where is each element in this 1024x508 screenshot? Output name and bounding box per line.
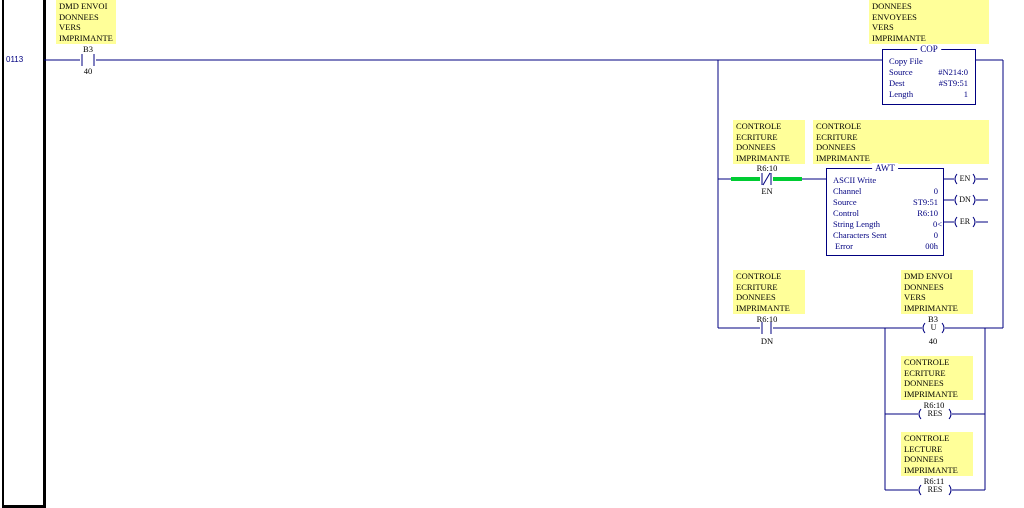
res-coil-1-symbol[interactable]: RES [921, 409, 949, 418]
contact-comment-dmd-envoi: DMD ENVOI DONNEES VERS IMPRIMANTE [56, 0, 116, 44]
unlatch-coil-symbol[interactable]: U [925, 323, 942, 332]
cop-length-value[interactable]: 1 [964, 89, 968, 99]
awt-contact-address[interactable]: R6:10 [752, 163, 782, 173]
awt-name: ASCII Write [833, 175, 877, 185]
res-coil-1-comment: CONTROLE ECRITURE DONNEES IMPRIMANTE [901, 356, 973, 400]
cop-instruction-block[interactable]: COP Copy File Source #N214:0 Dest #ST9:5… [882, 44, 976, 105]
awt-string-length-label: String Length [833, 219, 880, 229]
awt-block-comment: CONTROLE ECRITURE DONNEES IMPRIMANTE [813, 120, 989, 164]
awt-output-er[interactable]: ER [957, 217, 973, 226]
cop-source-value[interactable]: #N214:0 [938, 67, 968, 77]
cop-dest-label: Dest [889, 78, 905, 88]
dn-contact-bit: DN [760, 336, 774, 346]
cop-comment: DONNEES ENVOYEES VERS IMPRIMANTE [869, 0, 989, 44]
awt-channel-label: Channel [833, 186, 862, 196]
unlatch-coil-bit: 40 [928, 336, 938, 346]
res-coil-2-comment: CONTROLE LECTURE DONNEES IMPRIMANTE [901, 432, 973, 476]
unlatch-coil-comment: DMD ENVOI DONNEES VERS IMPRIMANTE [901, 270, 973, 314]
dn-contact-address[interactable]: R6:10 [752, 314, 782, 324]
awt-error-value[interactable]: 00h [925, 241, 938, 251]
awt-output-en[interactable]: EN [957, 174, 973, 183]
cop-title: COP [917, 44, 941, 54]
awt-control-value[interactable]: R6:10 [917, 208, 938, 218]
contact-bit-40: 40 [83, 66, 93, 76]
cop-dest-value[interactable]: #ST9:51 [939, 78, 968, 88]
dn-contact-comment: CONTROLE ECRITURE DONNEES IMPRIMANTE [733, 270, 805, 314]
cop-length-label: Length [889, 89, 914, 99]
res-coil-2-symbol[interactable]: RES [921, 485, 949, 494]
awt-contact-bit: EN [761, 186, 773, 196]
awt-control-label: Control [833, 208, 859, 218]
cop-name: Copy File [889, 56, 923, 66]
contact-address-b3[interactable]: B3 [78, 44, 98, 54]
awt-output-dn[interactable]: DN [957, 195, 973, 204]
awt-error-label: Error [835, 241, 853, 251]
cop-source-label: Source [889, 67, 913, 77]
awt-characters-sent-label: Characters Sent [833, 230, 887, 240]
awt-source-label: Source [833, 197, 857, 207]
awt-title: AWT [872, 163, 898, 173]
awt-characters-sent-value[interactable]: 0 [934, 230, 938, 240]
awt-string-length-value[interactable]: 0< [933, 219, 942, 229]
awt-channel-value[interactable]: 0 [934, 186, 938, 196]
awt-contact-comment: CONTROLE ECRITURE DONNEES IMPRIMANTE [733, 120, 805, 164]
awt-instruction-block[interactable]: AWT ASCII Write Channel 0 Source ST9:51 … [826, 163, 944, 256]
awt-source-value[interactable]: ST9:51 [913, 197, 938, 207]
